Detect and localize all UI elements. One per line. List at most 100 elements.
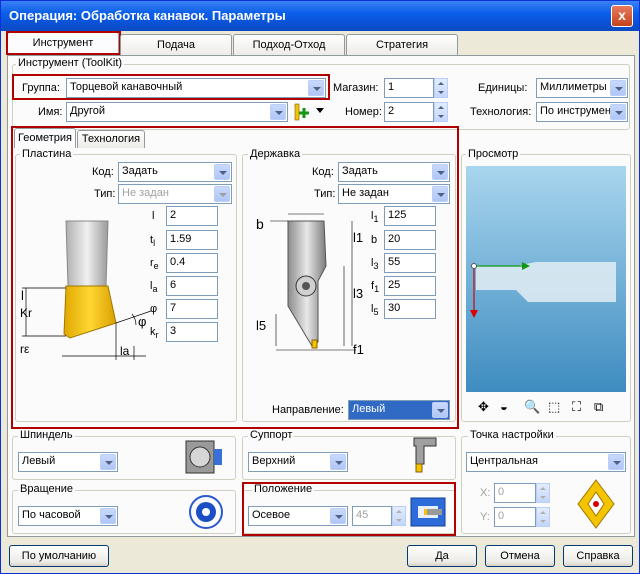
plate-code-select[interactable]: Задать [118, 162, 232, 182]
holder-l1-input[interactable]: 125 [384, 206, 436, 226]
name-select[interactable]: Другой [66, 102, 288, 122]
zoom-window-icon[interactable]: ⬚ [548, 399, 560, 415]
holder-l5-label: l5 [371, 303, 378, 317]
chevron-down-icon [100, 508, 116, 524]
param-sub: 5 [373, 307, 379, 318]
chevron-down-icon [270, 104, 286, 120]
highlight-position [242, 482, 456, 536]
support-select[interactable]: Верхний [248, 452, 348, 472]
technology-select[interactable]: По инструмент [536, 102, 628, 122]
pan-icon[interactable]: ✥ [478, 399, 489, 415]
holder-type-select[interactable]: Не задан [338, 184, 450, 204]
holder-f1-input[interactable]: 25 [384, 276, 436, 296]
param-sub: 1 [373, 214, 379, 225]
preview-toolbar: ✥ ◒ 🔍 ⬚ ⛶ ⧉ [476, 399, 626, 417]
spindle-legend: Шпиндель [18, 429, 75, 441]
direction-value: Левый [352, 403, 386, 415]
magazine-spinner[interactable] [434, 78, 448, 98]
close-button[interactable]: x [611, 5, 633, 27]
spindle-value: Левый [22, 455, 56, 467]
param-kr-input[interactable]: 3 [166, 322, 218, 342]
param-l-input[interactable]: 2 [166, 206, 218, 226]
number-spinner[interactable] [434, 102, 448, 122]
holder-l5-input[interactable]: 30 [384, 299, 436, 319]
dialog-window: Операция: Обработка канавок. Параметры x… [0, 0, 640, 574]
preview-legend: Просмотр [466, 148, 521, 160]
holder-code-label: Код: [312, 166, 334, 178]
spindle-icon [185, 440, 222, 474]
highlight-group [12, 74, 330, 100]
view-cube-icon[interactable]: ⧉ [594, 399, 603, 415]
zoom-icon[interactable]: 🔍 [524, 399, 540, 415]
number-input[interactable]: 2 [384, 102, 434, 122]
ok-button[interactable]: Да [407, 545, 477, 567]
setpoint-x-input[interactable]: 0 [494, 483, 536, 503]
setpoint-y-spinner[interactable] [536, 507, 550, 527]
holder-f1-label: f1 [371, 280, 379, 294]
diagram-label-re: rε [20, 342, 30, 356]
rotate-icon[interactable]: ◒ [500, 399, 508, 414]
spindle-select[interactable]: Левый [18, 452, 118, 472]
setpoint-insert-icon [577, 479, 615, 529]
support-icon [413, 437, 437, 473]
name-label: Имя: [38, 106, 63, 118]
chevron-down-icon [608, 454, 624, 470]
rotation-legend: Вращение [18, 483, 75, 495]
param-la-input[interactable]: 6 [166, 276, 218, 296]
tab-approach[interactable]: Подход-Отход [233, 34, 345, 56]
chevron-down-icon [610, 80, 626, 96]
defaults-button[interactable]: По умолчанию [9, 545, 109, 567]
units-value: Миллиметры [540, 81, 607, 93]
support-legend: Суппорт [248, 429, 295, 441]
tab-feed-label: Подача [157, 39, 195, 51]
setpoint-y-label: Y: [480, 511, 490, 523]
fit-view-icon[interactable]: ⛶ [572, 399, 581, 415]
rotation-value: По часовой [22, 509, 81, 521]
holder-b-input[interactable]: 20 [384, 230, 436, 250]
holder-b-label: b [371, 234, 377, 246]
param-sub: 1 [374, 284, 380, 295]
holder-code-select[interactable]: Задать [338, 162, 450, 182]
param-re-input[interactable]: 0.4 [166, 253, 218, 273]
diagram-label-la: la [120, 344, 130, 358]
param-sym: b [371, 234, 378, 246]
param-tl-input[interactable]: 1.59 [166, 230, 218, 250]
help-button[interactable]: Справка [563, 545, 633, 567]
technology-value: По инструмент [540, 105, 617, 117]
units-select[interactable]: Миллиметры [536, 78, 628, 98]
tab-feed[interactable]: Подача [120, 34, 232, 56]
chevron-down-icon [610, 104, 626, 120]
param-sub: 3 [373, 261, 379, 272]
holder-diagram-b: b [256, 216, 264, 232]
holder-l3-input[interactable]: 55 [384, 253, 436, 273]
plate-code-label: Код: [92, 166, 114, 178]
cancel-button[interactable]: Отмена [485, 545, 555, 567]
magazine-input[interactable]: 1 [384, 78, 434, 98]
chevron-down-icon [432, 186, 448, 202]
units-label: Единицы: [478, 82, 528, 94]
setpoint-legend: Точка настройки [468, 429, 556, 441]
diagram-label-l: l [21, 288, 24, 303]
add-tool-icon[interactable] [292, 101, 314, 123]
holder-diagram-f1: f1 [353, 342, 364, 357]
setpoint-select[interactable]: Центральная [466, 452, 626, 472]
rotation-select[interactable]: По часовой [18, 506, 118, 526]
plate-type-label: Тип: [94, 188, 116, 200]
plate-type-select[interactable]: Не задан [118, 184, 232, 204]
tab-strategy-label: Стратегия [375, 39, 429, 51]
technology-label: Технология: [470, 106, 532, 118]
chevron-down-icon [432, 164, 448, 180]
holder-legend: Державка [248, 148, 303, 160]
diagram-label-phi: φ [138, 314, 147, 329]
setpoint-x-spinner[interactable] [536, 483, 550, 503]
caret-down-icon[interactable] [316, 108, 324, 113]
highlight-tab-tool [6, 31, 121, 55]
tab-strategy[interactable]: Стратегия [346, 34, 458, 56]
diagram-label-kr: Kr [20, 306, 32, 320]
direction-select[interactable]: Левый [348, 400, 450, 420]
plate-code-value: Задать [122, 165, 158, 177]
plate-type-value: Не задан [122, 187, 169, 199]
setpoint-y-input[interactable]: 0 [494, 507, 536, 527]
param-phi-input[interactable]: 7 [166, 299, 218, 319]
setpoint-value: Центральная [470, 455, 538, 467]
